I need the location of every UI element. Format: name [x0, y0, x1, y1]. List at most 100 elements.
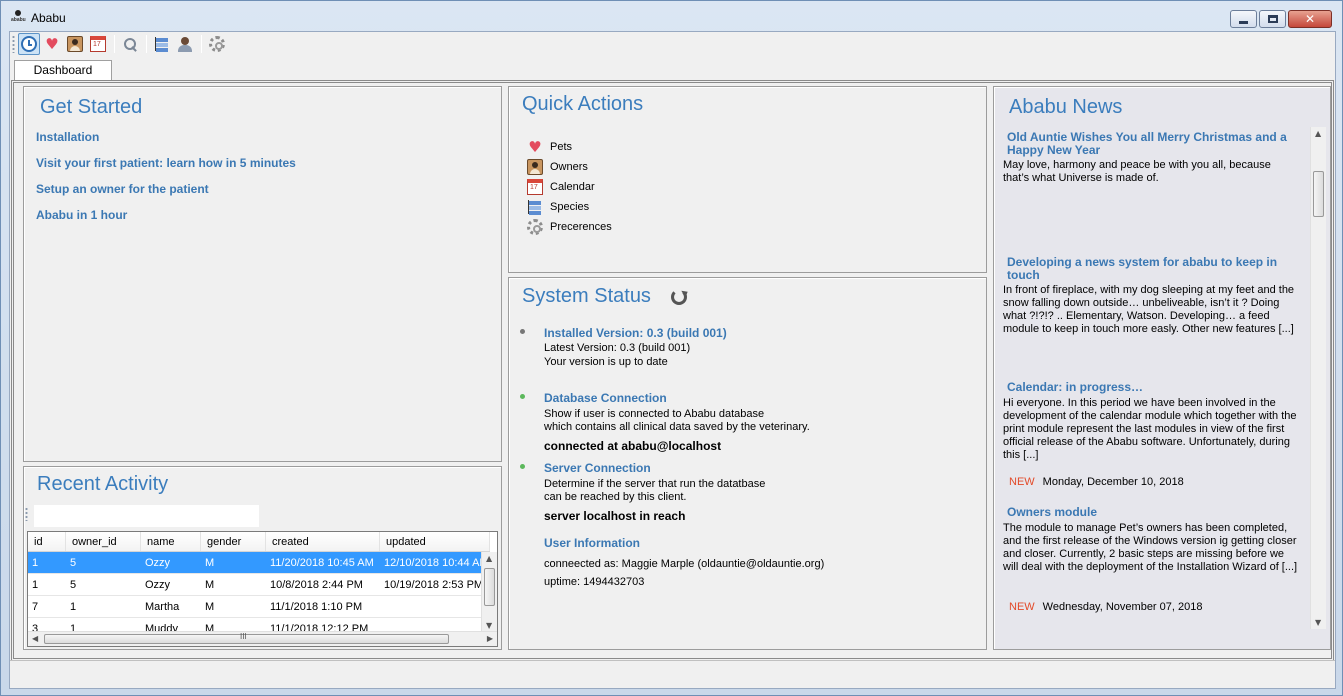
get-started-panel: Get Started Installation Visit your firs… [23, 86, 502, 462]
minimize-button[interactable] [1230, 10, 1257, 28]
link-installation[interactable]: Installation [36, 130, 99, 144]
quick-action-calendar[interactable]: Calendar [527, 179, 595, 195]
table-row[interactable]: 1 5 Ozzy M 10/8/2018 2:44 PM 10/19/2018 … [28, 574, 484, 596]
cell-name: Ozzy [145, 579, 171, 591]
latest-version-text: Latest Version: 0.3 (build 001) [544, 342, 691, 354]
news-scrollbar[interactable]: ▲ ▼ [1310, 127, 1326, 629]
quick-action-pets[interactable]: ♥ Pets [527, 139, 572, 155]
app-window: ababu Ababu ✕ ♥ Dashboard Get St [0, 0, 1343, 696]
maximize-icon [1267, 15, 1278, 23]
news-panel: Ababu News Old Auntie Wishes You all Mer… [993, 86, 1331, 650]
window-title: Ababu [31, 11, 66, 25]
scroll-down-icon[interactable]: ▼ [486, 621, 492, 630]
toolbar-dashboard-button[interactable] [18, 33, 40, 55]
recent-activity-grid[interactable]: id owner_id name gender created updated … [27, 531, 498, 647]
server-connection-result: server localhost in reach [544, 509, 686, 523]
quick-actions-panel: Quick Actions ♥ Pets Owners Calendar Spec… [508, 86, 987, 273]
column-header-owner-id[interactable]: owner_id [66, 532, 141, 551]
scroll-left-icon[interactable]: ◀ [32, 634, 38, 643]
table-row[interactable]: 7 1 Martha M 11/1/2018 1:10 PM [28, 596, 484, 618]
system-status-title: System Status [522, 285, 651, 307]
gear-icon [527, 219, 543, 235]
news-item-body: The module to manage Pet’s owners has be… [1003, 522, 1298, 573]
species-icon [154, 36, 170, 52]
toolbar-owners-button[interactable] [64, 33, 86, 55]
maximize-button[interactable] [1259, 10, 1286, 28]
recent-activity-title: Recent Activity [37, 473, 169, 495]
column-header-gender[interactable]: gender [201, 532, 266, 551]
news-item-title[interactable]: Calendar: in progress… [1007, 381, 1297, 394]
quick-action-preferences[interactable]: Precerences [527, 219, 612, 235]
calendar-icon [527, 179, 543, 195]
news-item-date: NEW Monday, December 10, 2018 [1009, 476, 1184, 488]
table-row[interactable]: 1 5 Ozzy M 11/20/2018 10:45 AM 12/10/201… [28, 552, 484, 574]
user-icon [177, 36, 193, 52]
grid-vertical-scrollbar[interactable]: ▲ ▼ [481, 552, 497, 632]
link-first-patient[interactable]: Visit your first patient: learn how in 5… [36, 156, 296, 170]
quick-action-owners[interactable]: Owners [527, 159, 588, 175]
scroll-up-icon[interactable]: ▲ [1315, 129, 1321, 138]
column-header-created[interactable]: created [266, 532, 380, 551]
cell-owner-id: 5 [70, 579, 77, 591]
new-badge: NEW [1009, 601, 1035, 613]
toolbar-species-button[interactable] [151, 33, 173, 55]
grid-horizontal-scrollbar[interactable]: ◀ III ▶ [28, 631, 497, 646]
column-header-id[interactable]: id [28, 532, 66, 551]
toolbar-separator [114, 35, 115, 53]
scroll-down-icon[interactable]: ▼ [1315, 618, 1321, 627]
toolbar-settings-button[interactable] [206, 33, 228, 55]
database-description-line2: which contains all clinical data saved b… [544, 421, 810, 433]
tab-dashboard[interactable]: Dashboard [14, 60, 112, 80]
news-item-body: In front of fireplace, with my dog sleep… [1003, 284, 1295, 335]
grid-horizontal-scroll-thumb[interactable]: III [44, 632, 449, 644]
cell-created: 11/20/2018 10:45 AM [270, 557, 374, 569]
scroll-thumb-grip: III [240, 632, 247, 641]
grid-toolbar-grip[interactable] [25, 507, 28, 521]
news-item-body: Hi everyone. In this period we have been… [1003, 397, 1297, 461]
connected-as-text: conneected as: Maggie Marple (oldauntie@… [544, 558, 825, 570]
refresh-icon[interactable] [671, 289, 687, 305]
title-bar[interactable]: ababu Ababu ✕ [1, 1, 1342, 31]
news-item-title[interactable]: Owners module [1007, 506, 1297, 519]
scroll-up-icon[interactable]: ▲ [486, 554, 492, 563]
cell-name: Martha [145, 601, 180, 613]
client-area: ♥ Dashboard Get Started Installation Vis… [9, 31, 1336, 689]
toolbar-search-button[interactable] [119, 33, 141, 55]
server-connection-heading: Server Connection [544, 461, 651, 475]
news-item-date: NEW Wednesday, November 07, 2018 [1009, 601, 1202, 613]
get-started-title: Get Started [40, 96, 143, 118]
database-connection-result: connected at ababu@localhost [544, 439, 722, 453]
database-status-bullet [520, 394, 525, 399]
database-description-line1: Show if user is connected to Ababu datab… [544, 408, 765, 420]
news-date-text: Monday, December 10, 2018 [1042, 476, 1184, 488]
toolbar-calendar-button[interactable] [87, 33, 109, 55]
close-icon: ✕ [1304, 12, 1316, 26]
news-item-title[interactable]: Old Auntie Wishes You all Merry Christma… [1007, 131, 1297, 157]
cell-id: 1 [32, 557, 39, 569]
toolbar-pets-button[interactable]: ♥ [41, 33, 63, 55]
toolbar-grip[interactable] [12, 35, 15, 53]
cell-name: Ozzy [145, 557, 171, 569]
dashboard-page: Get Started Installation Visit your firs… [11, 80, 1334, 661]
search-icon [122, 36, 138, 52]
news-scroll-thumb[interactable] [1313, 171, 1324, 217]
column-header-name[interactable]: name [141, 532, 201, 551]
cell-gender: M [205, 579, 215, 591]
scroll-right-icon[interactable]: ▶ [487, 634, 493, 643]
news-title: Ababu News [1009, 96, 1123, 118]
server-description-line2: can be reached by this client. [544, 491, 687, 503]
news-item-title[interactable]: Developing a news system for ababu to ke… [1007, 256, 1297, 282]
quick-action-species[interactable]: Species [527, 199, 589, 215]
link-ababu-one-hour[interactable]: Ababu in 1 hour [36, 208, 127, 222]
calendar-icon [90, 36, 106, 52]
column-header-updated[interactable]: updated [380, 532, 490, 551]
grid-filter-bar[interactable] [34, 505, 259, 527]
grid-vertical-scroll-thumb[interactable] [484, 568, 495, 606]
cell-updated [380, 596, 484, 617]
toolbar-separator [146, 35, 147, 53]
uptime-text: uptime: 1494432703 [544, 576, 645, 588]
server-description-line1: Determine if the server that run the dat… [544, 478, 766, 490]
close-button[interactable]: ✕ [1288, 10, 1332, 28]
toolbar-users-button[interactable] [174, 33, 196, 55]
link-setup-owner[interactable]: Setup an owner for the patient [36, 182, 209, 196]
